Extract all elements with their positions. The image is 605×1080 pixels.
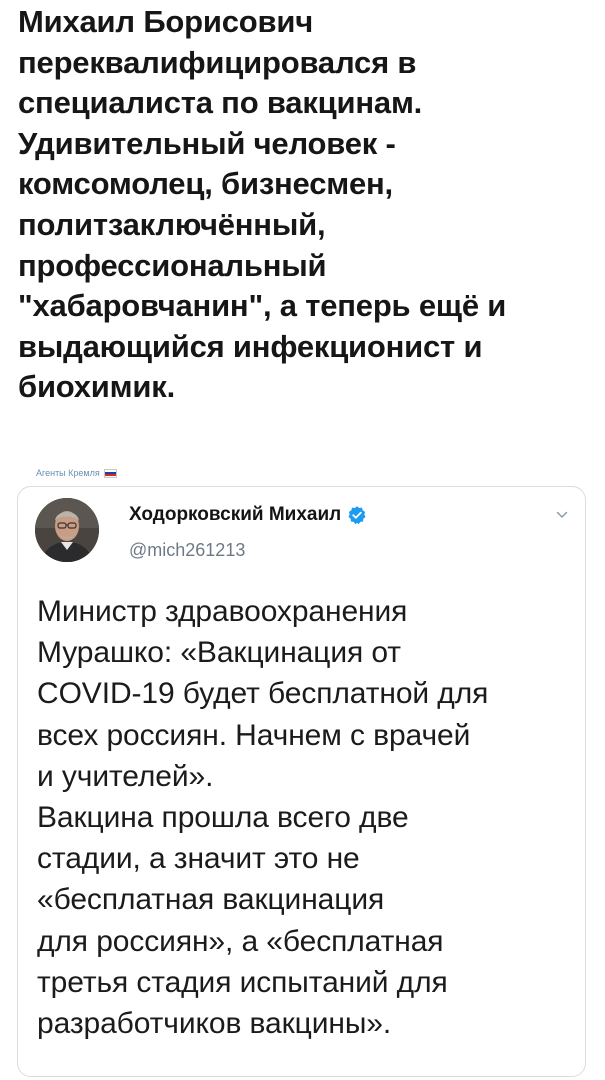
avatar[interactable] [35,498,99,562]
tweet-author-name[interactable]: Ходорковский Михаил [129,504,341,526]
tweet-text-line: Мурашко: «Вакцинация от [37,636,401,670]
tweet-text-line: «бесплатная вакцинация [37,883,385,917]
tweet-text: Министр здравоохранения Мурашко: «Вакцин… [37,591,577,1044]
post-text-line: специалиста по вакцинам. [18,85,423,121]
tweet-text-line: COVID-19 будет бесплатной для [37,677,489,711]
tweet-text-line: разработчиков вакцины». [37,1007,392,1041]
embedded-tweet[interactable]: Ходорковский Михаил @mich261213 Министр … [17,486,586,1077]
watermark: Агенты Кремля [36,468,117,478]
tweet-text-line: и учителей». [37,759,214,793]
post-text-line: биохимик. [18,369,175,405]
post-text: Михаил Борисович переквалифицировался в … [18,2,593,408]
post-text-line: Михаил Борисович [18,4,314,39]
russian-flag-icon [103,468,117,478]
tweet-author-handle[interactable]: @mich261213 [129,540,245,561]
post-text-line: Удивительный человек - [18,125,396,161]
post-text-line: выдающийся инфекционист и [18,328,483,364]
verified-badge-icon [348,506,366,525]
tweet-text-line: третья стадия испытаний для [37,965,448,999]
post-text-line: переквалифицировался в [18,44,417,80]
post-text-line: профессиональный [18,247,327,283]
tweet-text-line: Вакцина прошла всего две [37,801,409,835]
post-text-line: политзаключённый, [18,206,326,242]
watermark-text: Агенты Кремля [36,468,100,478]
tweet-text-line: всех россиян. Начнем с врачей [37,718,471,752]
post-text-line: комсомолец, бизнесмен, [18,166,393,202]
tweet-text-line: стадии, а значит это не [37,842,360,876]
tweet-author-name-row[interactable]: Ходорковский Михаил [129,504,367,526]
tweet-text-line: Министр здравоохранения [37,595,408,628]
chevron-down-icon[interactable] [555,508,569,522]
post-text-line: "хабаровчанин", а теперь ещё и [18,288,507,324]
tweet-text-line: для россиян», а «бесплатная [37,924,444,958]
